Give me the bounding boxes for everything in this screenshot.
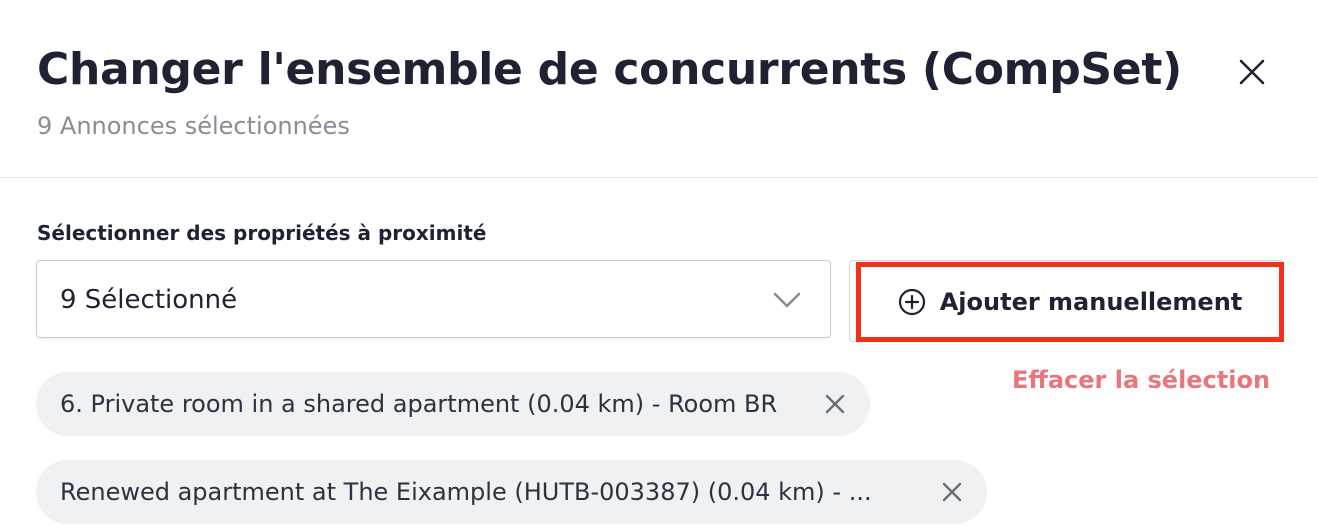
selected-property-chip: Renewed apartment at The Eixample (HUTB-… (36, 460, 987, 524)
modal-subtitle: 9 Annonces sélectionnées (37, 112, 350, 140)
close-icon (1239, 59, 1265, 85)
add-manually-button[interactable]: Ajouter manuellement (856, 262, 1284, 342)
close-icon (825, 394, 845, 414)
plus-circle-icon (898, 288, 925, 316)
close-button[interactable] (1230, 50, 1274, 94)
remove-chip-button[interactable] (937, 477, 967, 507)
chip-label: 6. Private room in a shared apartment (0… (60, 390, 778, 418)
select-value: 9 Sélectionné (60, 285, 238, 315)
nearby-properties-select[interactable]: 9 Sélectionné (36, 260, 831, 338)
chip-label: Renewed apartment at The Eixample (HUTB-… (60, 478, 872, 506)
chevron-down-icon (773, 292, 801, 308)
modal-header: Changer l'ensemble de concurrents (CompS… (0, 0, 1318, 178)
add-manually-label: Ajouter manuellement (939, 288, 1243, 316)
modal-title: Changer l'ensemble de concurrents (CompS… (37, 44, 1182, 95)
selected-property-chip: 6. Private room in a shared apartment (0… (36, 372, 870, 436)
close-icon (942, 482, 962, 502)
remove-chip-button[interactable] (820, 389, 850, 419)
clear-selection-link[interactable]: Effacer la sélection (1012, 364, 1270, 396)
compset-modal: Changer l'ensemble de concurrents (CompS… (0, 0, 1318, 526)
nearby-properties-label: Sélectionner des propriétés à proximité (37, 221, 487, 245)
